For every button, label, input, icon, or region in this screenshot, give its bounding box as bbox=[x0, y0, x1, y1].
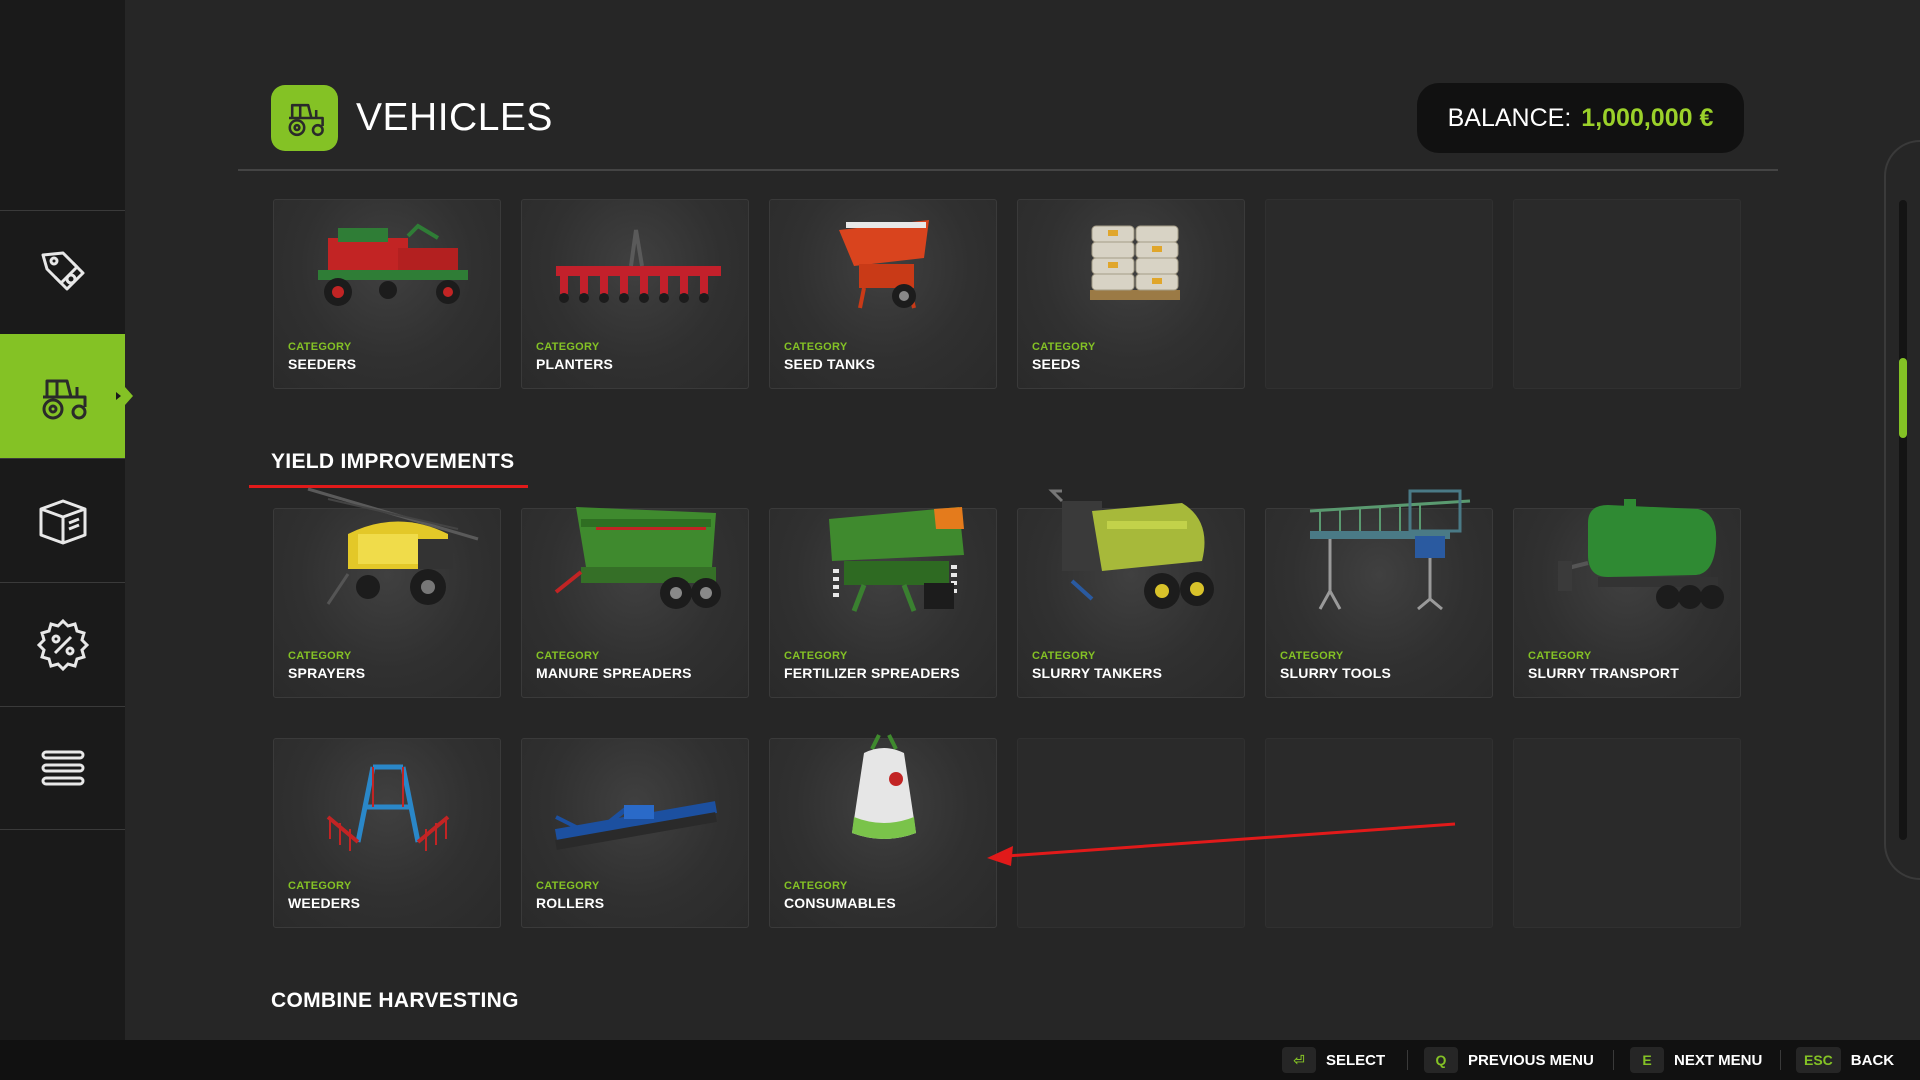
category-tile-planters[interactable]: CATEGORY PLANTERS bbox=[521, 199, 749, 389]
tile-category-label: CATEGORY bbox=[1032, 650, 1096, 662]
manure-spreader-image bbox=[536, 497, 736, 627]
tile-category-label: CATEGORY bbox=[536, 341, 600, 353]
balance-value: 1,000,000 € bbox=[1581, 103, 1714, 132]
header-divider bbox=[238, 169, 1778, 171]
sidebar-item-sales-discounts[interactable] bbox=[0, 582, 125, 706]
tile-category-label: CATEGORY bbox=[1032, 341, 1096, 353]
planter-image bbox=[536, 208, 736, 328]
weeder-image bbox=[288, 747, 488, 867]
section-title-yield-improvements: YIELD IMPROVEMENTS bbox=[271, 450, 515, 473]
scrollbar-track[interactable] bbox=[1899, 200, 1907, 840]
scrollbar-thumb[interactable] bbox=[1899, 358, 1907, 438]
tile-category-name: FERTILIZER SPREADERS bbox=[784, 665, 960, 681]
tile-category-label: CATEGORY bbox=[536, 650, 600, 662]
e-key-icon: E bbox=[1630, 1047, 1664, 1073]
tile-category-label: CATEGORY bbox=[288, 880, 352, 892]
slurry-transport-image bbox=[1528, 493, 1728, 629]
tile-category-label: CATEGORY bbox=[784, 880, 848, 892]
tile-category-name: SLURRY TOOLS bbox=[1280, 665, 1392, 681]
footer-separator bbox=[1407, 1050, 1408, 1070]
tile-category-name: SPRAYERS bbox=[288, 665, 366, 681]
tile-category-label: CATEGORY bbox=[536, 880, 600, 892]
sidebar bbox=[0, 0, 133, 1040]
tile-category-name: WEEDERS bbox=[288, 895, 361, 911]
footer-back-label: BACK bbox=[1850, 1051, 1895, 1069]
sidebar-item-vehicles[interactable] bbox=[0, 334, 133, 458]
tile-category-name: SLURRY TRANSPORT bbox=[1528, 665, 1679, 681]
enter-key-icon: ⏎ bbox=[1282, 1047, 1316, 1073]
vehicles-header-icon bbox=[271, 85, 338, 151]
fertilizer-spreader-image bbox=[784, 499, 984, 629]
annotation-arrow bbox=[987, 822, 1456, 866]
category-tile-slurry-transport[interactable]: CATEGORY SLURRY TRANSPORT bbox=[1513, 499, 1741, 698]
tractor-icon bbox=[288, 103, 324, 137]
discount-icon bbox=[36, 618, 89, 671]
slurry-tool-image bbox=[1280, 481, 1480, 629]
tile-category-name: MANURE SPREADERS bbox=[536, 665, 692, 681]
tile-category-label: CATEGORY bbox=[784, 341, 848, 353]
category-tile-weeders[interactable]: CATEGORY WEEDERS bbox=[273, 738, 501, 928]
category-tile-consumables[interactable]: CATEGORY CONSUMABLES bbox=[769, 734, 997, 928]
seeder-image bbox=[288, 208, 488, 328]
tile-category-name: ROLLERS bbox=[536, 895, 605, 911]
category-tile-seed-tanks[interactable]: CATEGORY SEED TANKS bbox=[769, 199, 997, 389]
roller-image bbox=[536, 747, 736, 867]
tile-category-label: CATEGORY bbox=[1280, 650, 1344, 662]
tile-category-name: PLANTERS bbox=[536, 356, 614, 372]
tile-category-label: CATEGORY bbox=[288, 341, 352, 353]
footer-separator bbox=[1613, 1050, 1614, 1070]
balance-display: BALANCE: 1,000,000 € bbox=[1417, 83, 1744, 153]
empty-tile bbox=[1513, 199, 1741, 389]
sidebar-item-objects[interactable] bbox=[0, 458, 125, 582]
footer-separator bbox=[1780, 1050, 1781, 1070]
sidebar-item-list[interactable] bbox=[0, 706, 125, 830]
slurry-tanker-image bbox=[1032, 481, 1232, 629]
tile-category-name: SLURRY TANKERS bbox=[1032, 665, 1163, 681]
category-tile-seeders[interactable]: CATEGORY SEEDERS bbox=[273, 199, 501, 389]
tile-category-label: CATEGORY bbox=[1528, 650, 1592, 662]
sales-icon bbox=[41, 251, 84, 290]
footer-select-label: SELECT bbox=[1326, 1051, 1386, 1069]
footer-next-menu-label: NEXT MENU bbox=[1674, 1051, 1763, 1069]
sidebar-item-sales[interactable] bbox=[0, 210, 125, 334]
tractor-icon bbox=[42, 379, 86, 419]
seed-bags-image bbox=[1032, 208, 1232, 328]
tile-category-label: CATEGORY bbox=[784, 650, 848, 662]
bigbag-image bbox=[784, 729, 984, 859]
tile-category-name: CONSUMABLES bbox=[784, 895, 896, 911]
empty-tile bbox=[1513, 738, 1741, 928]
footer-previous-menu-button[interactable]: Q PREVIOUS MENU bbox=[1424, 1047, 1594, 1073]
category-tile-sprayers[interactable]: CATEGORY SPRAYERS bbox=[273, 487, 501, 698]
tile-category-name: SEEDERS bbox=[288, 356, 357, 372]
footer-back-button[interactable]: ESC BACK bbox=[1796, 1047, 1894, 1073]
category-tile-fertilizer-spreaders[interactable]: CATEGORY FERTILIZER SPREADERS bbox=[769, 507, 997, 698]
footer-previous-menu-label: PREVIOUS MENU bbox=[1468, 1051, 1594, 1069]
q-key-icon: Q bbox=[1424, 1047, 1458, 1073]
esc-key-icon: ESC bbox=[1796, 1047, 1841, 1073]
footer-select-button[interactable]: ⏎ SELECT bbox=[1282, 1047, 1385, 1073]
category-tile-seeds[interactable]: CATEGORY SEEDS bbox=[1017, 199, 1245, 389]
list-icon bbox=[41, 750, 84, 786]
footer-next-menu-button[interactable]: E NEXT MENU bbox=[1630, 1047, 1762, 1073]
category-tile-rollers[interactable]: CATEGORY ROLLERS bbox=[521, 738, 749, 928]
seed-tank-image bbox=[784, 208, 984, 328]
balance-label: BALANCE: bbox=[1447, 103, 1572, 132]
tile-category-label: CATEGORY bbox=[288, 650, 352, 662]
category-tile-manure-spreaders[interactable]: CATEGORY MANURE SPREADERS bbox=[521, 507, 749, 698]
category-tile-slurry-tankers[interactable]: CATEGORY SLURRY TANKERS bbox=[1017, 489, 1245, 698]
tile-category-name: SEED TANKS bbox=[784, 356, 876, 372]
section-title-combine-harvesting: COMBINE HARVESTING bbox=[271, 989, 519, 1012]
category-tile-slurry-tools[interactable]: CATEGORY SLURRY TOOLS bbox=[1265, 489, 1493, 698]
empty-tile bbox=[1265, 199, 1493, 389]
sprayer-image bbox=[288, 479, 488, 629]
tile-category-name: SEEDS bbox=[1032, 356, 1081, 372]
box-icon bbox=[39, 499, 86, 544]
page-title: VEHICLES bbox=[356, 96, 553, 139]
